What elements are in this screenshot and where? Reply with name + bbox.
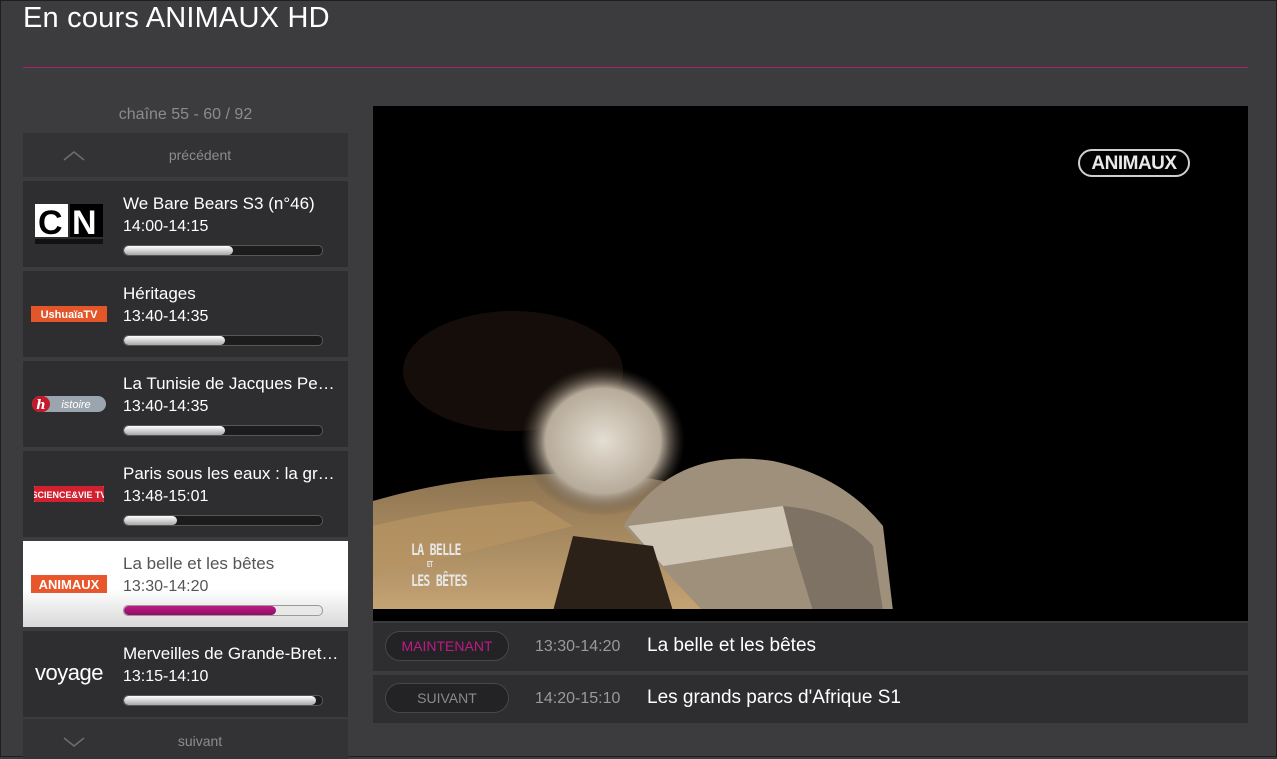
voyage-logo: voyage <box>27 631 111 717</box>
progress-bar <box>123 245 323 256</box>
channel-row[interactable]: UshuaïaTV Héritages 13:40-14:35 <box>23 271 348 357</box>
cartoon-network-logo: C N <box>27 181 111 267</box>
program-time: 13:40-14:35 <box>123 308 209 325</box>
program-time: 13:30-14:20 <box>123 578 209 595</box>
caption-line-2: LES BÊTES <box>411 571 468 590</box>
program-time: 13:48-15:01 <box>123 488 209 505</box>
science-et-vie-tv-logo: SCIENCE&VIE TV <box>27 451 111 537</box>
caption-line-1: LA BELLE <box>411 540 461 559</box>
channel-watermark: ANIMAUX <box>1078 149 1190 177</box>
next-program-row[interactable]: SUIVANT 14:20-15:10 Les grands parcs d'A… <box>373 675 1248 723</box>
svg-text:voyage: voyage <box>35 661 103 685</box>
program-title: Paris sous les eaux : la gr… <box>123 464 335 483</box>
now-button[interactable]: MAINTENANT <box>385 631 509 661</box>
progress-fill <box>124 606 277 615</box>
program-title: La Tunisie de Jacques Pe… <box>123 374 335 393</box>
page-title: En cours ANIMAUX HD <box>23 2 330 34</box>
video-frame <box>373 106 1248 621</box>
channel-row[interactable]: h istoire La Tunisie de Jacques Pe… 13:4… <box>23 361 348 447</box>
progress-bar <box>123 335 323 346</box>
svg-text:h: h <box>36 398 45 413</box>
channel-row[interactable]: C N We Bare Bears S3 (n°46) 14:00-14:15 <box>23 181 348 267</box>
video-player[interactable]: ANIMAUX LA BELLE ET LES BÊTES <box>373 106 1248 621</box>
program-title: Héritages <box>123 284 196 303</box>
program-title: La belle et les bêtes <box>123 554 275 573</box>
now-playing-row[interactable]: MAINTENANT 13:30-14:20 La belle et les b… <box>373 623 1248 671</box>
svg-text:ANIMAUX: ANIMAUX <box>39 577 100 592</box>
previous-label: précédent <box>168 147 232 163</box>
channel-counter: chaîne 55 - 60 / 92 <box>118 106 253 123</box>
channel-row[interactable]: voyage Merveilles de Grande-Bret… 13:15-… <box>23 631 348 717</box>
progress-fill <box>124 516 178 525</box>
progress-bar <box>123 425 323 436</box>
progress-fill <box>124 246 233 255</box>
progress-fill <box>124 696 317 705</box>
animaux-logo: ANIMAUX <box>27 541 111 627</box>
svg-text:istoire: istoire <box>61 399 90 411</box>
svg-text:SCIENCE&VIE TV: SCIENCE&VIE TV <box>34 490 104 500</box>
next-time: 14:20-15:10 <box>535 690 621 707</box>
progress-fill <box>124 426 225 435</box>
svg-text:UshuaïaTV: UshuaïaTV <box>41 309 99 321</box>
header-divider <box>23 67 1248 68</box>
caption-et: ET <box>426 560 433 569</box>
svg-text:C: C <box>38 204 63 242</box>
histoire-logo: h istoire <box>27 361 111 447</box>
program-time: 13:40-14:35 <box>123 398 209 415</box>
previous-button[interactable]: précédent <box>23 133 348 177</box>
ushuaia-tv-logo: UshuaïaTV <box>27 271 111 357</box>
program-caption: LA BELLE ET LES BÊTES <box>411 538 468 592</box>
program-time: 13:15-14:10 <box>123 668 209 685</box>
program-title: We Bare Bears S3 (n°46) <box>123 194 315 213</box>
progress-bar <box>123 695 323 706</box>
next-title: Les grands parcs d'Afrique S1 <box>647 687 901 708</box>
program-title: Merveilles de Grande-Bret… <box>123 644 339 663</box>
next-program-button[interactable]: SUIVANT <box>385 683 509 713</box>
program-time: 14:00-14:15 <box>123 218 209 235</box>
chevron-down-icon <box>63 737 85 747</box>
progress-bar <box>123 605 323 616</box>
now-title: La belle et les bêtes <box>647 635 817 656</box>
next-button[interactable]: suivant <box>23 719 348 759</box>
progress-bar <box>123 515 323 526</box>
progress-fill <box>124 336 225 345</box>
channel-row-selected[interactable]: ANIMAUX La belle et les bêtes 13:30-14:2… <box>23 541 348 627</box>
channel-row[interactable]: SCIENCE&VIE TV Paris sous les eaux : la … <box>23 451 348 537</box>
next-label: suivant <box>177 733 223 749</box>
svg-text:N: N <box>72 204 97 242</box>
chevron-up-icon <box>63 151 85 161</box>
now-time: 13:30-14:20 <box>535 638 621 655</box>
